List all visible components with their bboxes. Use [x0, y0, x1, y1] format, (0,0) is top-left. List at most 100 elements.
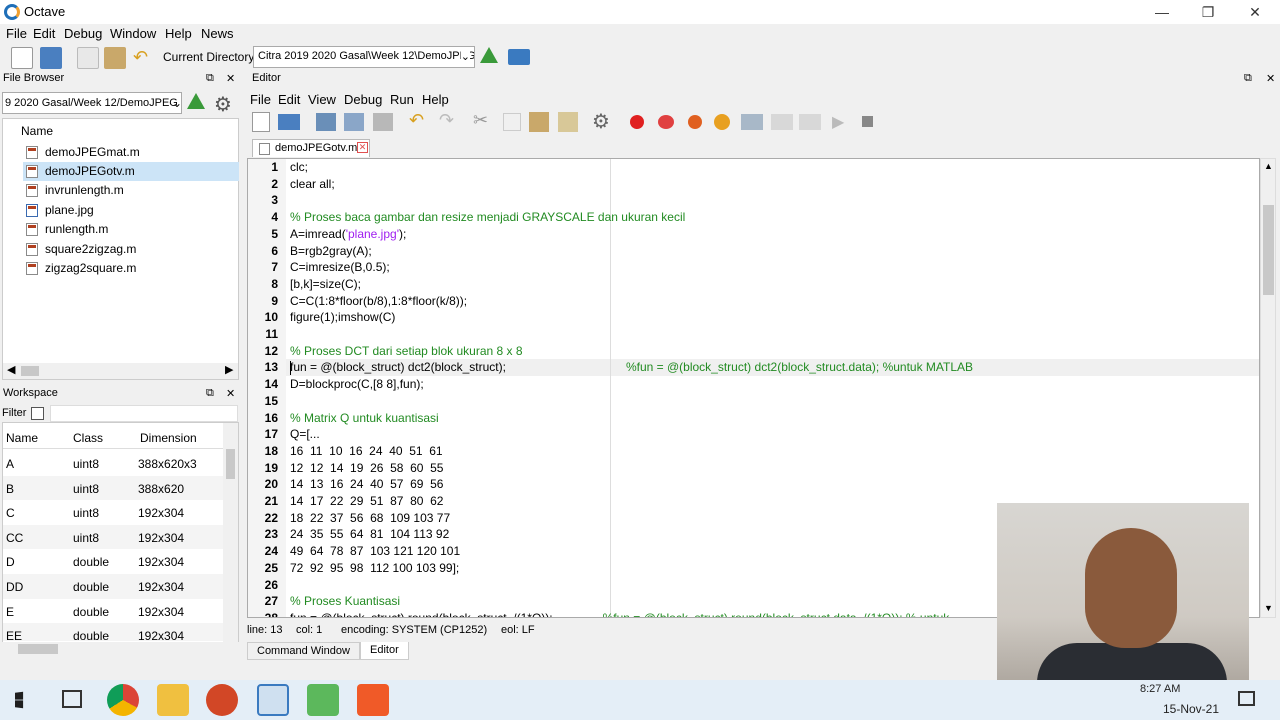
- menu-news[interactable]: News: [201, 26, 234, 41]
- undock-icon[interactable]: ⧉: [206, 72, 214, 85]
- menu-file[interactable]: File: [6, 26, 27, 41]
- filter-checkbox[interactable]: [31, 407, 44, 420]
- table-row[interactable]: Auint8 388x620x3: [3, 451, 223, 476]
- undo-icon[interactable]: ↶: [409, 110, 424, 131]
- editor-menu-debug[interactable]: Debug: [344, 92, 382, 107]
- scrollbar-thumb[interactable]: [21, 366, 39, 376]
- copy-icon[interactable]: [77, 47, 99, 69]
- chevron-left-icon[interactable]: ◀: [7, 363, 15, 376]
- open-folder-icon[interactable]: [40, 47, 62, 69]
- powerpoint-icon[interactable]: [206, 684, 238, 716]
- menu-help[interactable]: Help: [165, 26, 192, 41]
- step-out-icon[interactable]: [799, 114, 821, 130]
- file-item-selected[interactable]: demoJPEGotv.m: [23, 162, 239, 181]
- minimize-button[interactable]: —: [1139, 0, 1185, 24]
- file-item[interactable]: zigzag2square.m: [23, 259, 239, 278]
- tab-command-window[interactable]: Command Window: [247, 642, 360, 660]
- undock-icon[interactable]: ⧉: [1244, 72, 1252, 85]
- paste-icon[interactable]: [529, 112, 549, 132]
- task-view-icon[interactable]: [62, 690, 82, 708]
- new-script-icon[interactable]: [11, 47, 33, 69]
- previous-breakpoint-icon[interactable]: [688, 115, 702, 129]
- continue-icon[interactable]: ▶: [832, 112, 844, 132]
- close-tab-icon[interactable]: ✕: [357, 142, 368, 153]
- copy-icon[interactable]: [503, 113, 521, 131]
- table-row[interactable]: Cuint8 192x304: [3, 500, 223, 525]
- table-row[interactable]: EE double 192x304: [3, 623, 223, 642]
- editor-menu-edit[interactable]: Edit: [278, 92, 300, 107]
- stop-icon[interactable]: [862, 116, 873, 127]
- column-header-dimension[interactable]: Dimension: [140, 431, 197, 445]
- octave-taskbar-icon[interactable]: [257, 684, 289, 716]
- print-icon[interactable]: [373, 113, 393, 131]
- menu-window[interactable]: Window: [110, 26, 156, 41]
- tab-editor[interactable]: Editor: [360, 642, 409, 660]
- chevron-down-icon[interactable]: ⌄: [172, 96, 182, 110]
- step-in-icon[interactable]: [771, 114, 793, 130]
- up-directory-icon[interactable]: [187, 93, 205, 109]
- file-item[interactable]: plane.jpg: [23, 201, 239, 220]
- horizontal-scrollbar[interactable]: ◀ ▶: [3, 363, 238, 379]
- chevron-down-icon[interactable]: ▼: [1264, 603, 1273, 613]
- parent-directory-icon[interactable]: [480, 47, 498, 63]
- file-item[interactable]: runlength.m: [23, 220, 239, 239]
- chevron-up-icon[interactable]: ▲: [1264, 161, 1273, 171]
- menu-edit[interactable]: Edit: [33, 26, 55, 41]
- browse-folder-icon[interactable]: [508, 49, 530, 65]
- horizontal-scrollbar[interactable]: [2, 642, 239, 656]
- cut-icon[interactable]: ✂: [473, 110, 488, 131]
- scrollbar-thumb[interactable]: [226, 449, 235, 479]
- column-header-name[interactable]: Name: [6, 431, 38, 445]
- find-replace-icon[interactable]: [558, 112, 578, 132]
- close-icon[interactable]: ✕: [226, 72, 235, 85]
- step-icon[interactable]: [741, 114, 763, 130]
- scrollbar-thumb[interactable]: [1263, 205, 1274, 295]
- editor-menu-file[interactable]: File: [250, 92, 271, 107]
- editor-tab[interactable]: demoJPEGotv.m ✕: [252, 139, 370, 157]
- current-directory-select[interactable]: Citra 2019 2020 Gasal\Week 12\DemoJPEG ⌄: [253, 46, 475, 68]
- editor-menu-help[interactable]: Help: [422, 92, 449, 107]
- table-row[interactable]: DD double 192x304: [3, 574, 223, 599]
- undo-icon[interactable]: ↶: [133, 47, 148, 68]
- editor-vertical-scrollbar[interactable]: ▲ ▼: [1260, 158, 1276, 618]
- file-list-header-name[interactable]: Name: [21, 124, 53, 138]
- close-icon[interactable]: ✕: [1266, 72, 1275, 85]
- next-breakpoint-icon[interactable]: [658, 115, 674, 129]
- paste-icon[interactable]: [104, 47, 126, 69]
- taskbar-date[interactable]: 15-Nov-21: [1163, 702, 1219, 716]
- menu-debug[interactable]: Debug: [64, 26, 102, 41]
- filter-input[interactable]: [50, 405, 238, 422]
- save-icon[interactable]: [316, 113, 336, 131]
- gear-icon[interactable]: ⚙: [214, 92, 232, 117]
- settings-gear-icon[interactable]: ⚙: [592, 109, 610, 134]
- scrollbar-thumb[interactable]: [18, 644, 58, 654]
- save-as-icon[interactable]: [344, 113, 364, 131]
- toggle-breakpoint-icon[interactable]: [630, 115, 644, 129]
- editor-menu-view[interactable]: View: [308, 92, 336, 107]
- file-item[interactable]: demoJPEGmat.m: [23, 143, 239, 162]
- file-explorer-icon[interactable]: [157, 684, 189, 716]
- table-row[interactable]: CC uint8 192x304: [3, 524, 223, 550]
- remove-breakpoints-icon[interactable]: [714, 114, 730, 130]
- camtasia-editor-icon[interactable]: [357, 684, 389, 716]
- chevron-right-icon[interactable]: ▶: [225, 363, 233, 376]
- redo-icon[interactable]: ↷: [439, 110, 454, 131]
- file-browser-path[interactable]: 9 2020 Gasal/Week 12/DemoJPEG: [2, 92, 182, 114]
- file-item[interactable]: invrunlength.m: [23, 181, 239, 200]
- column-header-class[interactable]: Class: [73, 431, 103, 445]
- vertical-scrollbar[interactable]: [223, 423, 238, 643]
- open-file-icon[interactable]: [278, 114, 300, 130]
- editor-menu-run[interactable]: Run: [390, 92, 414, 107]
- chrome-icon[interactable]: [107, 684, 139, 716]
- table-row[interactable]: Ddouble 192x304: [3, 549, 223, 574]
- close-button[interactable]: ✕: [1232, 0, 1278, 24]
- new-file-icon[interactable]: [252, 112, 270, 132]
- table-row[interactable]: Buint8 388x620: [3, 475, 223, 501]
- file-item[interactable]: square2zigzag.m: [23, 240, 239, 259]
- undock-icon[interactable]: ⧉: [206, 387, 214, 400]
- table-row[interactable]: Edouble 192x304: [3, 599, 223, 624]
- close-icon[interactable]: ✕: [226, 387, 235, 400]
- taskbar-time[interactable]: 8:27 AM: [1140, 683, 1180, 695]
- camtasia-recorder-icon[interactable]: [307, 684, 339, 716]
- notification-icon[interactable]: [1238, 691, 1255, 706]
